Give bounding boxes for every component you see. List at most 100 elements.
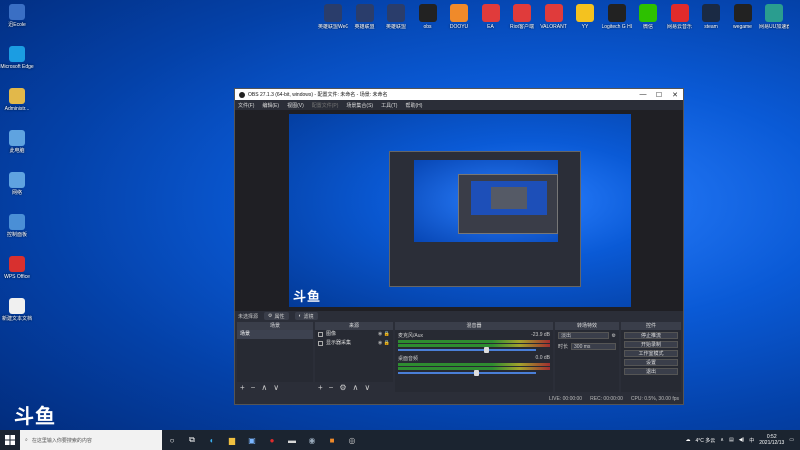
desktop-icon[interactable]: 网易UU加速器 <box>759 4 789 30</box>
obs-window[interactable]: OBS 27.1.3 (64-bit, windows) - 配置文件: 未命名… <box>234 88 684 405</box>
chevron-up-icon[interactable]: ∧ <box>720 437 724 443</box>
eye-icon[interactable]: ◉ 🔒 <box>378 330 390 339</box>
ime-icon[interactable]: 中 <box>749 437 754 444</box>
weather-text[interactable]: 4°C 多云 <box>696 437 716 444</box>
desktop-icon[interactable]: 迅Ecole <box>0 4 34 28</box>
slider-knob[interactable] <box>483 347 489 353</box>
desktop-icon[interactable]: 控制面板 <box>0 214 34 238</box>
maximize-button[interactable]: ☐ <box>651 91 667 99</box>
netease-music-icon[interactable]: ● <box>262 430 282 450</box>
desktop-icon-label: VALORANT <box>540 24 567 30</box>
add-icon[interactable]: + <box>318 383 323 392</box>
desktop-icon[interactable]: 新建文本文档 <box>0 298 34 322</box>
gear-icon[interactable]: ⚙ <box>339 383 346 392</box>
gear-icon[interactable]: ⚙ <box>612 333 616 339</box>
up-icon[interactable]: ∧ <box>261 383 267 392</box>
source-list-item[interactable]: 显示器采集 ◉ 🔒 <box>315 339 393 348</box>
desktop-icon[interactable]: DOOYU <box>444 4 474 30</box>
transitions-header: 转场特效 <box>555 322 619 330</box>
store-icon[interactable]: ▣ <box>242 430 262 450</box>
filters-button[interactable]: ◐ 滤镜 <box>294 312 318 320</box>
desktop-icon[interactable]: 英雄联盟 <box>350 4 380 30</box>
desktop-icon[interactable]: 网易云音乐 <box>665 4 695 30</box>
menu-scene-collection[interactable]: 场景集合(S) <box>346 102 373 109</box>
desktop-icon[interactable]: steam <box>696 4 726 30</box>
transition-select[interactable]: 淡出 <box>558 332 609 339</box>
scene-list-item[interactable]: 场景 <box>237 330 313 339</box>
desktop-icon[interactable]: 此电脑 <box>0 130 34 154</box>
system-tray: ☁ 4°C 多云 ∧ ▤ ◀) 中 0:52 2021/12/13 ▭ <box>686 434 800 446</box>
steam-icon[interactable]: ◉ <box>302 430 322 450</box>
menu-help[interactable]: 帮助(H) <box>405 102 422 109</box>
desktop-icon[interactable]: WPS Office <box>0 256 34 280</box>
volume-icon[interactable]: ◀) <box>739 437 745 443</box>
taskbar: ⌕ 在这里输入你要搜索的内容 ○ ⧉ ◐ ▆ ▣ ● ▬ ◉ ■ ◎ ☁ 4°C… <box>0 430 800 450</box>
properties-button[interactable]: ⚙ 属性 <box>264 312 289 320</box>
mixer-header: 混音器 <box>395 322 553 330</box>
duration-input[interactable]: 300 ms <box>571 343 616 350</box>
desktop-icon[interactable]: obs <box>413 4 443 30</box>
studio-mode-button[interactable]: 工作室模式 <box>624 350 678 357</box>
menu-edit[interactable]: 编辑(E) <box>262 102 279 109</box>
settings-button[interactable]: 设置 <box>624 359 678 366</box>
desktop-icon[interactable]: Microsoft Edge <box>0 46 34 70</box>
volume-slider[interactable] <box>398 370 536 376</box>
start-recording-button[interactable]: 开始录制 <box>624 341 678 348</box>
source-list-item[interactable]: 图像 ◉ 🔒 <box>315 330 393 339</box>
menu-view[interactable]: 视图(V) <box>287 102 304 109</box>
volume-slider[interactable] <box>398 347 536 353</box>
desktop-icon-label: 微信 <box>642 24 653 30</box>
obs-titlebar[interactable]: OBS 27.1.3 (64-bit, windows) - 配置文件: 未命名… <box>235 89 683 100</box>
display-capture-preview: 斗鱼 <box>289 114 631 307</box>
menu-tools[interactable]: 工具(T) <box>381 102 397 109</box>
desktop-icon[interactable]: Administr... <box>0 88 34 112</box>
network-icon[interactable]: ▤ <box>729 437 734 443</box>
menu-profile[interactable]: 配置文件(P) <box>312 102 339 109</box>
menu-file[interactable]: 文件(F) <box>238 102 254 109</box>
slider-knob[interactable] <box>473 370 479 376</box>
mixer-track-mic: 麦克风/Aux -23.9 dB <box>395 330 553 353</box>
app-icon <box>9 4 25 20</box>
exit-button[interactable]: 退出 <box>624 368 678 375</box>
window-title: OBS 27.1.3 (64-bit, windows) - 配置文件: 未命名… <box>248 92 388 98</box>
cortana-icon[interactable]: ○ <box>162 430 182 450</box>
edge-icon[interactable]: ◐ <box>202 430 222 450</box>
desktop-icon[interactable]: YY <box>570 4 600 30</box>
taskbar-search[interactable]: ⌕ 在这里输入你要搜索的内容 <box>20 430 162 450</box>
minimize-button[interactable]: — <box>635 91 651 98</box>
desktop-icon[interactable]: wegame <box>728 4 758 30</box>
up-icon[interactable]: ∧ <box>353 383 359 392</box>
menu-bar: 文件(F) 编辑(E) 视图(V) 配置文件(P) 场景集合(S) 工具(T) … <box>235 100 683 110</box>
desktop-icon[interactable]: EA <box>476 4 506 30</box>
desktop-icon[interactable]: 英雄联盟WeGa <box>318 4 348 30</box>
preview-canvas[interactable]: 斗鱼 <box>235 110 683 311</box>
desktop-icon-label: 英雄联盟 <box>354 24 375 30</box>
notification-icon[interactable]: ▭ <box>789 437 794 443</box>
douyu-icon[interactable]: ■ <box>322 430 342 450</box>
controls-header: 控件 <box>621 322 681 330</box>
add-icon[interactable]: + <box>240 383 245 392</box>
desktop-icon[interactable]: 英雄联盟 <box>381 4 411 30</box>
desktop-icon[interactable]: Riot客户端 <box>507 4 537 30</box>
weather-icon[interactable]: ☁ <box>686 437 691 443</box>
stop-streaming-button[interactable]: 停止推流 <box>624 332 678 339</box>
desktop-icon[interactable]: Logitech G HUB <box>602 4 632 30</box>
start-button[interactable] <box>0 430 20 450</box>
file-explorer-icon[interactable]: ▆ <box>222 430 242 450</box>
down-icon[interactable]: ∨ <box>273 383 279 392</box>
desktop-icon[interactable]: 网络 <box>0 172 34 196</box>
eye-icon[interactable]: ◉ 🔒 <box>378 339 390 348</box>
remove-icon[interactable]: − <box>251 383 256 392</box>
down-icon[interactable]: ∨ <box>364 383 370 392</box>
close-button[interactable]: ✕ <box>667 91 683 99</box>
desktop-icon[interactable]: VALORANT <box>539 4 569 30</box>
obs-icon[interactable]: ◎ <box>342 430 362 450</box>
steam-icon <box>702 4 720 22</box>
task-view-icon[interactable]: ⧉ <box>182 430 202 450</box>
desktop-icon[interactable]: 微信 <box>633 4 663 30</box>
wegame-icon <box>733 4 752 22</box>
app-icon[interactable]: ▬ <box>282 430 302 450</box>
remove-icon[interactable]: − <box>329 383 334 392</box>
clock[interactable]: 0:52 2021/12/13 <box>759 434 784 446</box>
audio-meter <box>398 344 550 347</box>
